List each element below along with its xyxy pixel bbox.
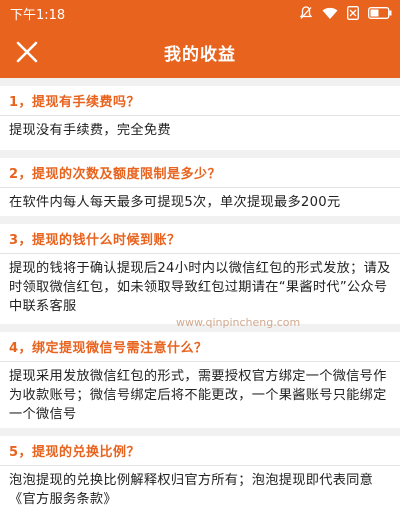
faq-item-2: 2，提现的次数及额度限制是多少？ 在软件内每人每天最多可提现5次，单次提现最多2… bbox=[0, 158, 400, 212]
faq-answer: 提现采用发放微信红包的形式，需要授权官方绑定一个微信号作为收款账号；微信号绑定后… bbox=[0, 361, 400, 424]
faq-answer: 提现的钱将于确认提现后24小时内以微信红包的形式发放；请及时领取微信红包，如未领… bbox=[0, 253, 400, 316]
faq-item-4: 4，绑定提现微信号需注意什么？ 提现采用发放微信红包的形式，需要授权官方绑定一个… bbox=[0, 332, 400, 424]
section-separator bbox=[0, 428, 400, 436]
sim-none-icon bbox=[347, 6, 359, 20]
faq-question: 4，绑定提现微信号需注意什么？ bbox=[9, 341, 208, 356]
faq-item-1: 1，提现有手续费吗？ 提现没有手续费，完全免费 bbox=[0, 86, 400, 140]
faq-answer: 提现没有手续费，完全免费 bbox=[0, 115, 400, 140]
section-separator bbox=[0, 216, 400, 224]
faq-question: 5，提现的兑换比例？ bbox=[9, 445, 141, 460]
faq-item-5: 5，提现的兑换比例？ 泡泡提现的兑换比例解释权归官方所有；泡泡提现即代表同意《官… bbox=[0, 436, 400, 509]
faq-item-3: 3，提现的钱什么时候到账？ 提现的钱将于确认提现后24小时内以微信红包的形式发放… bbox=[0, 224, 400, 316]
faq-content[interactable]: 1，提现有手续费吗？ 提现没有手续费，完全免费 2，提现的次数及额度限制是多少？… bbox=[0, 78, 400, 524]
faq-question: 1，提现有手续费吗？ bbox=[9, 95, 141, 110]
status-icons bbox=[299, 6, 392, 20]
close-button[interactable] bbox=[12, 37, 42, 67]
app-bar: 我的收益 bbox=[0, 26, 400, 78]
mute-icon bbox=[299, 6, 313, 20]
faq-question: 2，提现的次数及额度限制是多少？ bbox=[9, 167, 222, 182]
section-separator bbox=[0, 150, 400, 158]
faq-answer: 在软件内每人每天最多可提现5次，单次提现最多200元 bbox=[0, 187, 400, 212]
faq-question: 3，提现的钱什么时候到账？ bbox=[9, 233, 181, 248]
faq-answer: 泡泡提现的兑换比例解释权归官方所有；泡泡提现即代表同意《官方服务条款》 bbox=[0, 465, 400, 509]
page-title: 我的收益 bbox=[164, 44, 236, 65]
wifi-icon bbox=[322, 7, 338, 20]
close-icon bbox=[16, 41, 38, 63]
status-bar: 下午1:18 bbox=[0, 0, 400, 26]
battery-icon bbox=[368, 7, 392, 19]
watermark: www.qinpincheng.com bbox=[176, 316, 301, 329]
section-separator bbox=[0, 78, 400, 86]
status-time: 下午1:18 bbox=[10, 7, 66, 23]
